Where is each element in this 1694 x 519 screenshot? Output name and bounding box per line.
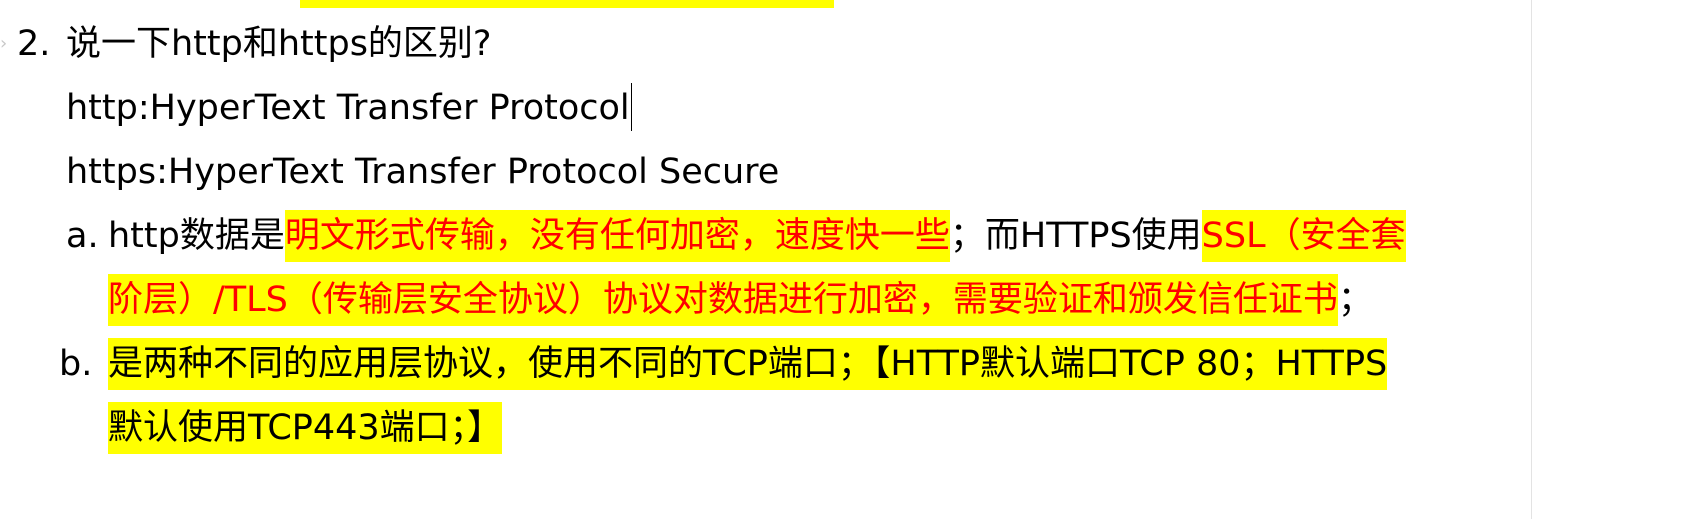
item-a-line-2[interactable]: 阶层）/TLS（传输层安全协议）协议对数据进行加密，需要验证和颁发信任证书； [108, 272, 1373, 328]
item-a-middle: ；而HTTPS使用 [949, 216, 1202, 256]
http-definition[interactable]: http:HyperText Transfer Protocol [66, 80, 633, 136]
item-a-line-1[interactable]: http数据是明文形式传输，没有任何加密，速度快一些；而HTTPS使用SSL（安… [108, 208, 1406, 264]
item-a-suffix: ； [1337, 280, 1373, 320]
page-right-border [1531, 0, 1532, 519]
document-page: › 2. 说一下http和https的区别? http:HyperText Tr… [0, 0, 1694, 519]
item-a-red-highlight-1: 明文形式传输，没有任何加密，速度快一些 [284, 210, 950, 262]
item-a-red-highlight-3: 阶层）/TLS（传输层安全协议）协议对数据进行加密，需要验证和颁发信任证书 [108, 274, 1338, 326]
item-a-red-highlight-2: SSL（安全套 [1201, 210, 1406, 262]
item-b-highlight-2: 默认使用TCP443端口；】 [108, 402, 503, 454]
item-a-prefix: http数据是 [108, 216, 285, 256]
previous-line-highlight [300, 0, 834, 8]
https-definition[interactable]: https:HyperText Transfer Protocol Secure [66, 144, 779, 200]
http-definition-text: http:HyperText Transfer Protocol [66, 88, 630, 128]
text-caret [630, 83, 633, 131]
collapse-arrow-icon[interactable]: › [0, 30, 12, 58]
list-marker-b: b. [59, 344, 93, 384]
item-b-line-2[interactable]: 默认使用TCP443端口；】 [108, 400, 503, 456]
item-b-highlight-1: 是两种不同的应用层协议，使用不同的TCP端口；【HTTP默认端口TCP 80；H… [108, 338, 1388, 390]
item-b-line-1[interactable]: 是两种不同的应用层协议，使用不同的TCP端口；【HTTP默认端口TCP 80；H… [108, 336, 1388, 392]
question-text[interactable]: 说一下http和https的区别? [66, 16, 492, 72]
list-marker-a: a. [66, 216, 99, 256]
question-number: 2. [17, 24, 51, 64]
